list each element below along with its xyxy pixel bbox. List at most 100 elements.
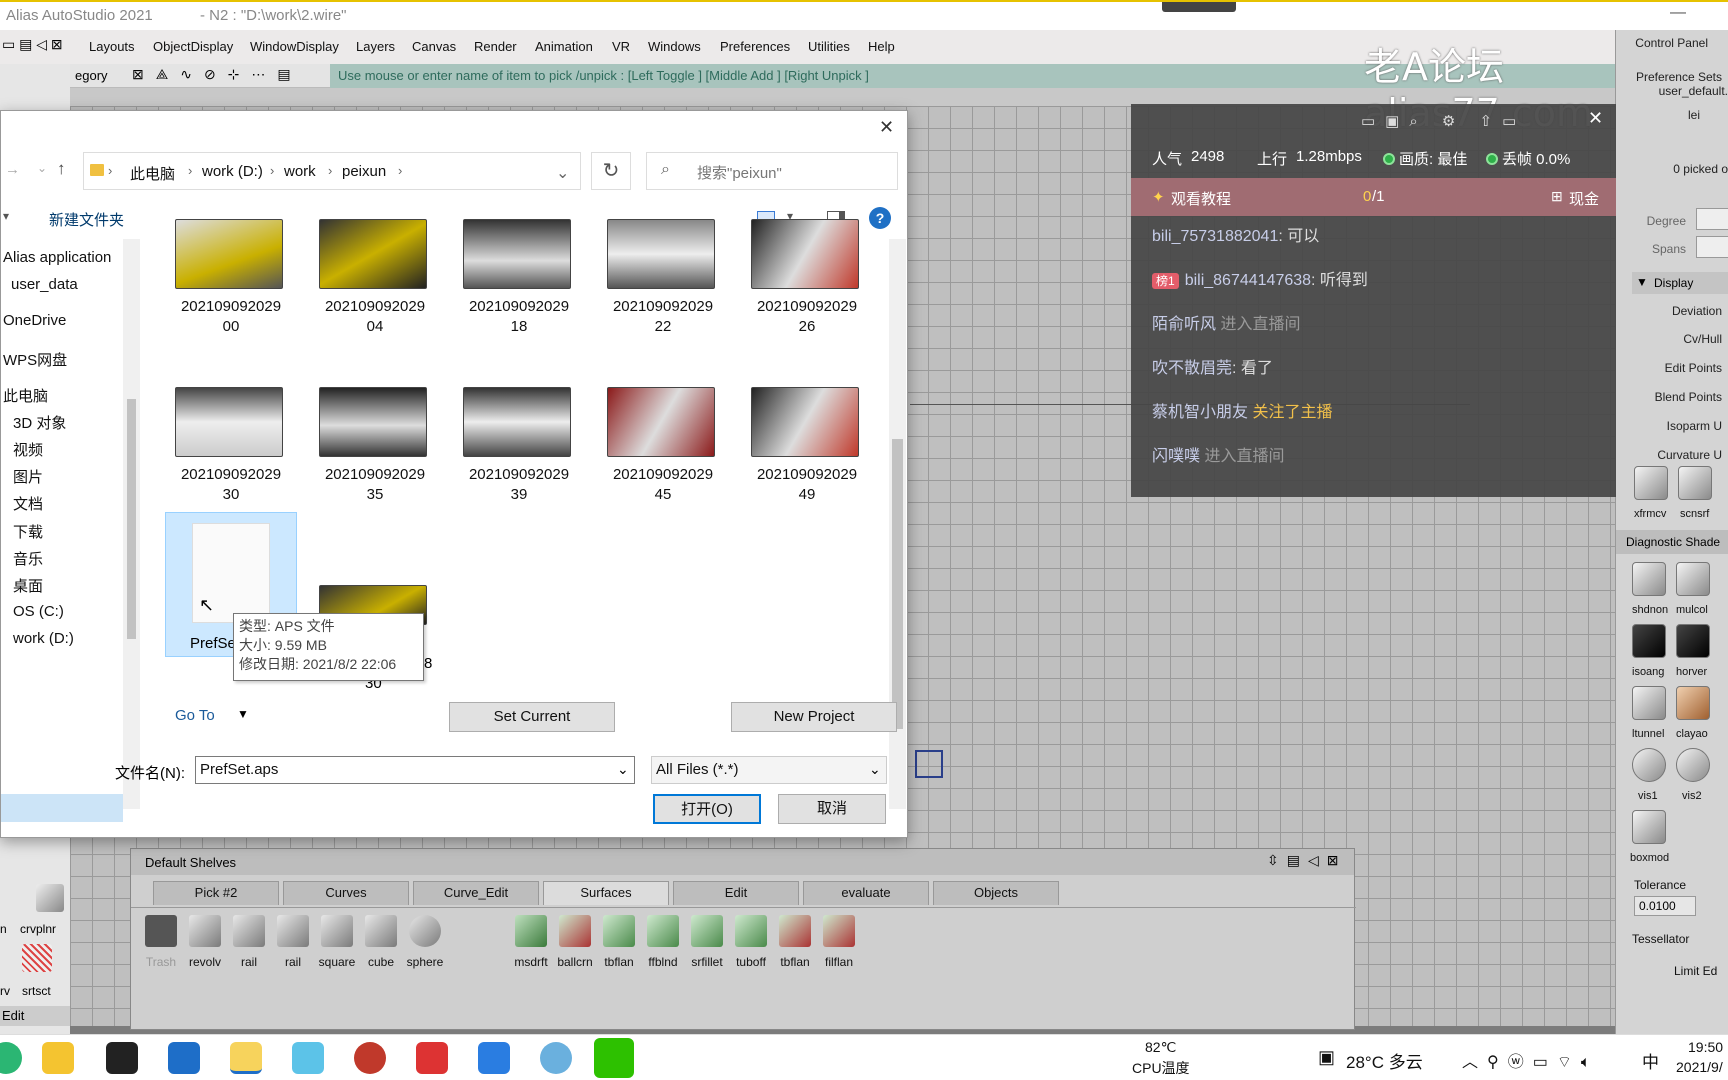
msdrft-icon[interactable]: [515, 915, 547, 947]
nav-pictures[interactable]: 图片: [13, 466, 43, 487]
crumb-drive-d[interactable]: work (D:): [202, 163, 263, 180]
go-to-dropdown-icon[interactable]: ▼: [237, 707, 249, 721]
go-to-button[interactable]: Go To: [175, 707, 215, 724]
menu-windowdisplay[interactable]: WindowDisplay: [250, 39, 339, 54]
category-label[interactable]: egory: [75, 68, 108, 83]
shelf-tab-surfaces[interactable]: Surfaces: [543, 881, 669, 905]
tbflan2-icon[interactable]: [779, 915, 811, 947]
chevron-down-icon[interactable]: ⌄: [556, 163, 569, 183]
mail-icon[interactable]: [168, 1042, 200, 1074]
task-banner[interactable]: ✦ 观看教程 0 /1 ⊞ 现金: [1131, 178, 1616, 216]
sphere-icon[interactable]: [409, 915, 441, 947]
minimize-button[interactable]: —: [1670, 4, 1686, 22]
wechat-icon[interactable]: [594, 1038, 634, 1078]
vis1-icon[interactable]: [1632, 748, 1666, 782]
file-thumbnail[interactable]: [175, 387, 283, 457]
refresh-icon[interactable]: ↻: [591, 152, 631, 190]
nav-onedrive[interactable]: OneDrive: [3, 312, 66, 329]
file-name[interactable]: 202109092029 49: [742, 465, 872, 505]
file-thumbnail[interactable]: [607, 387, 715, 457]
crvplnr-icon[interactable]: [36, 884, 64, 912]
file-thumbnail[interactable]: [463, 387, 571, 457]
clock-date[interactable]: 2021/9/: [1676, 1059, 1723, 1075]
nav-downloads[interactable]: 下载: [13, 521, 43, 542]
nav-drive-c[interactable]: OS (C:): [13, 603, 64, 620]
ltunnel-icon[interactable]: [1632, 686, 1666, 720]
boxmod-icon[interactable]: [1632, 810, 1666, 844]
baidu-netdisk-icon[interactable]: [540, 1042, 572, 1074]
wps-icon[interactable]: [416, 1042, 448, 1074]
menu-preferences[interactable]: Preferences: [720, 39, 790, 54]
open-button[interactable]: 打开(O): [653, 794, 761, 824]
file-thumbnail[interactable]: [319, 387, 427, 457]
nav-alias-application[interactable]: Alias application: [3, 249, 111, 266]
address-bar[interactable]: › 此电脑 › work (D:) › work › peixun › ⌄: [83, 152, 581, 190]
help-icon[interactable]: ?: [869, 207, 891, 229]
file-thumbnail[interactable]: [607, 219, 715, 289]
feishu-icon[interactable]: [478, 1042, 510, 1074]
scnsrf-icon[interactable]: [1678, 466, 1712, 500]
crumb-work[interactable]: work: [284, 163, 316, 180]
new-folder-button[interactable]: 新建文件夹: [49, 209, 124, 230]
filename-input[interactable]: PrefSet.aps: [195, 756, 635, 784]
filflan-icon[interactable]: [823, 915, 855, 947]
pick-mode-icons[interactable]: ⊠⟁∿⊘⊹⋯▤: [132, 66, 303, 83]
alien-app-icon[interactable]: [106, 1042, 138, 1074]
file-thumbnail[interactable]: [751, 387, 859, 457]
revolv-icon[interactable]: [189, 915, 221, 947]
nav-desktop[interactable]: 桌面: [13, 575, 43, 596]
alias-app-icon[interactable]: [230, 1042, 262, 1074]
weather-text[interactable]: 28°C 多云: [1346, 1048, 1423, 1073]
menu-objectdisplay[interactable]: ObjectDisplay: [153, 39, 233, 54]
nav-this-pc[interactable]: 此电脑: [3, 385, 48, 406]
file-name[interactable]: 202109092029 04: [310, 297, 440, 337]
vis2-icon[interactable]: [1676, 748, 1710, 782]
tray-icons[interactable]: ︿⚲ⓦ▭⌔🔈︎: [1462, 1048, 1599, 1072]
file-name[interactable]: 202109092029 35: [310, 465, 440, 505]
shelves-window-icons[interactable]: ⇳▤◁⊠: [1267, 852, 1346, 869]
filename-dropdown-icon[interactable]: ⌄: [617, 761, 629, 778]
cancel-button[interactable]: 取消: [778, 794, 886, 824]
nav-documents[interactable]: 文档: [13, 493, 43, 514]
srtsct-icon[interactable]: [22, 944, 52, 972]
ballcrn-icon[interactable]: [559, 915, 591, 947]
rail2-icon[interactable]: [277, 915, 309, 947]
recent-dropdown-icon[interactable]: ⌄: [37, 161, 47, 175]
edge-icon[interactable]: [0, 1042, 22, 1074]
ime-indicator[interactable]: 中: [1642, 1048, 1659, 1073]
square-icon[interactable]: [321, 915, 353, 947]
nav-wps[interactable]: WPS网盘: [3, 349, 67, 370]
forward-arrow-icon[interactable]: →: [5, 161, 20, 178]
menu-canvas[interactable]: Canvas: [412, 39, 456, 54]
file-name[interactable]: 202109092029 00: [166, 297, 296, 337]
menu-animation[interactable]: Animation: [535, 39, 593, 54]
file-name[interactable]: 202109092029 18: [454, 297, 584, 337]
close-icon[interactable]: ✕: [1588, 108, 1603, 129]
file-name[interactable]: 202109092029 26: [742, 297, 872, 337]
rail-icon[interactable]: [233, 915, 265, 947]
shelf-tab-pick[interactable]: Pick #2: [153, 881, 279, 905]
nav-3d-objects[interactable]: 3D 对象: [13, 412, 66, 433]
menu-vr[interactable]: VR: [612, 39, 630, 54]
xfrmcv-icon[interactable]: [1634, 466, 1668, 500]
file-name-tail[interactable]: 8: [424, 655, 432, 672]
ribbon-handle[interactable]: [1162, 2, 1236, 12]
organize-dropdown-icon[interactable]: ▾: [3, 209, 9, 223]
menu-windows[interactable]: Windows: [648, 39, 701, 54]
file-thumbnail[interactable]: [463, 219, 571, 289]
recorder-icon[interactable]: [354, 1042, 386, 1074]
clock-time[interactable]: 19:50: [1688, 1039, 1723, 1055]
menu-layers[interactable]: Layers: [356, 39, 395, 54]
cube-icon[interactable]: [365, 915, 397, 947]
shelf-tab-evaluate[interactable]: evaluate: [803, 881, 929, 905]
mulcol-icon[interactable]: [1676, 562, 1710, 596]
shelf-tab-curve-edit[interactable]: Curve_Edit: [413, 881, 539, 905]
ffblnd-icon[interactable]: [647, 915, 679, 947]
pref-file-name[interactable]: PrefSe: [190, 635, 236, 652]
isoang-icon[interactable]: [1632, 624, 1666, 658]
nav-user-data[interactable]: user_data: [11, 276, 78, 293]
file-name[interactable]: 202109092029 39: [454, 465, 584, 505]
degree-field[interactable]: [1696, 208, 1728, 230]
crumb-peixun[interactable]: peixun: [342, 163, 386, 180]
window-layout-icons[interactable]: ▭ ▤ ◁ ⊠: [2, 36, 63, 53]
